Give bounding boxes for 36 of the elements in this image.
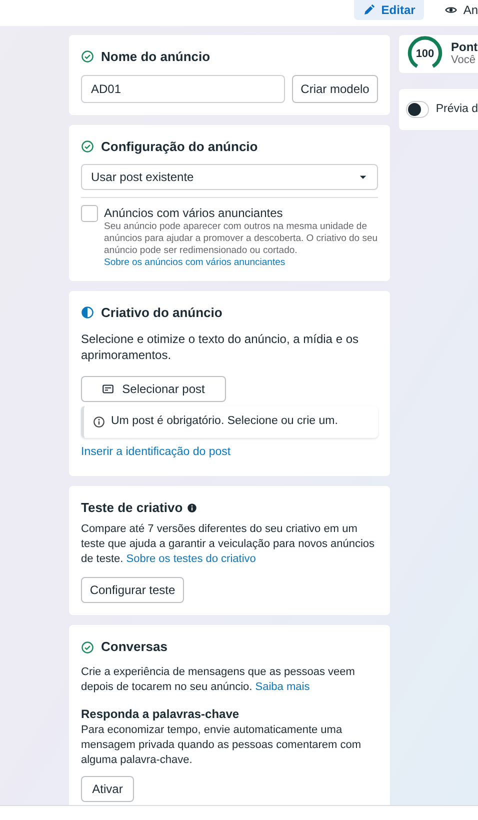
section-title: Nome do anúncio [101, 48, 210, 66]
post-icon [102, 382, 114, 394]
dropdown[interactable]: Usar post existente [81, 164, 378, 190]
section-title: Teste de criativo [81, 498, 183, 517]
button[interactable]: Ativar [81, 776, 134, 802]
description: Compare até 7 versões diferentes do seu criativo em um teste que ajuda a garantir a veiculação para novos anúncios de teste. Sobre os testes do criativo [81, 522, 376, 568]
section-title: Conversas [101, 638, 168, 656]
toggle-switch[interactable] [406, 101, 429, 118]
link[interactable]: Sobre os testes do criativo [126, 553, 256, 566]
description: Seu anúncio pode aparecer com outros na mesma unidade de anúncios para ajudar a promover a descoberta. O criativo do seu anúncio pode ser redimensionado ou cortado. Sobre os anúncios com vários anunciantes [104, 221, 378, 269]
subtitle: Responda a palavras-chave [81, 706, 240, 723]
input-field[interactable]: AD01 [81, 74, 285, 102]
eye-icon [445, 4, 458, 16]
tab[interactable]: An [436, 0, 478, 20]
link[interactable]: Sobre os anúncios com vários anunciantes [104, 257, 286, 268]
tab[interactable]: Editar [354, 0, 424, 20]
button[interactable]: Configurar teste [81, 577, 184, 604]
section-title: Configuração do anúncio [101, 138, 258, 156]
notice-text: Um post é obrigatório. Selecione ou crie um. [111, 414, 338, 429]
info-icon [93, 416, 105, 428]
section-title: Criativo do anúncio [101, 304, 222, 322]
checkbox-label: Anúncios com vários anunciantes [104, 205, 284, 221]
description: Para economizar tempo, envie automaticamente uma mensagem privada quando as pessoas comentarem com alguma palavra-chave. [81, 722, 362, 768]
score-gauge: 100 [407, 36, 443, 72]
score-text: Você [451, 54, 476, 67]
link[interactable]: Inserir a identificação do post [81, 444, 231, 461]
link[interactable]: Saiba mais [255, 680, 310, 693]
score-title: Pont [451, 41, 478, 54]
pencil-icon [363, 4, 376, 16]
checkbox[interactable] [81, 205, 98, 222]
button[interactable]: Criar modelo [292, 74, 378, 102]
description: Crie a experiência de mensagens que as pessoas veem depois de tocarem no seu anúncio. Saiba mais [81, 664, 356, 695]
button[interactable]: Selecionar post [81, 376, 226, 402]
info-icon [186, 502, 197, 512]
toggle-label: Prévia d [436, 102, 478, 117]
description: Selecione e otimize o texto do anúncio, a mídia e os aprimoramentos. [81, 330, 360, 362]
